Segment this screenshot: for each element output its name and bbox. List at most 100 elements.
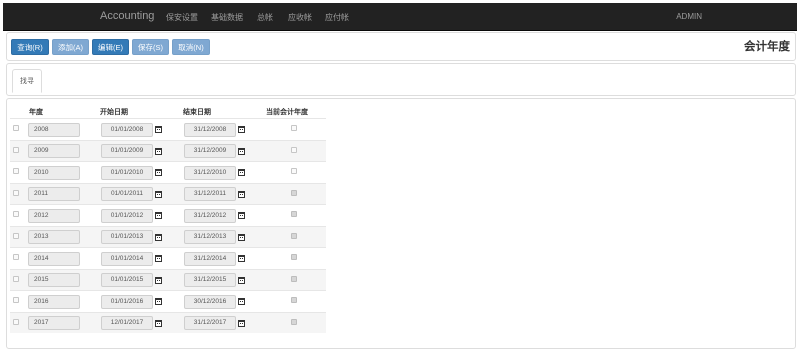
brand-link[interactable]: Accounting	[100, 10, 154, 22]
row-select-checkbox[interactable]	[13, 125, 19, 131]
table-row[interactable]: 2008 01/01/2008 31/12/2008	[10, 118, 326, 140]
current-year-checkbox[interactable]	[291, 232, 297, 239]
year-input[interactable]: 2009	[28, 144, 80, 158]
calendar-icon[interactable]	[155, 169, 162, 176]
add-button[interactable]: 添加(A)	[52, 39, 89, 55]
year-input[interactable]: 2013	[28, 230, 80, 244]
start-date-input[interactable]: 12/01/2017	[101, 316, 153, 330]
end-date-input[interactable]: 30/12/2016	[184, 294, 236, 309]
save-button[interactable]: 保存(S)	[132, 39, 169, 55]
cancel-button[interactable]: 取消(N)	[172, 39, 210, 55]
year-input[interactable]: 2010	[28, 165, 80, 180]
table-row[interactable]: 2012 01/01/2012 31/12/2012	[10, 204, 326, 226]
fiscal-year-grid: 年度 开始日期 结束日期 当前会计年度 2008 01/01/2008 31/12/…	[6, 98, 796, 349]
row-select-checkbox[interactable]	[13, 232, 19, 239]
calendar-icon[interactable]	[238, 212, 245, 219]
row-select-checkbox[interactable]	[13, 297, 19, 303]
toolbar: 查询(R) 添加(A) 编辑(E) 保存(S) 取消(N) 会计年度	[6, 32, 796, 61]
start-date-input[interactable]: 01/01/2008	[101, 122, 153, 137]
start-date-input[interactable]: 01/01/2011	[101, 187, 153, 201]
nav-item-basic-data[interactable]: 基础数据	[211, 12, 243, 23]
start-date-input[interactable]: 01/01/2016	[101, 294, 153, 309]
calendar-icon[interactable]	[238, 319, 245, 327]
nav-item-receivables[interactable]: 应收帐	[288, 12, 312, 23]
calendar-icon[interactable]	[155, 255, 162, 262]
year-input[interactable]: 2008	[28, 122, 80, 137]
table-row[interactable]: 2014 01/01/2014 31/12/2014	[10, 247, 326, 269]
query-button[interactable]: 查询(R)	[11, 39, 49, 55]
table-row[interactable]: 2011 01/01/2011 31/12/2011	[10, 182, 326, 204]
grid-rows: 2008 01/01/2008 31/12/2008 2009 01/01/2009 31…	[10, 118, 326, 333]
current-year-checkbox[interactable]	[291, 146, 297, 153]
tabs-panel: 找寻	[6, 63, 796, 96]
end-date-input[interactable]: 31/12/2008	[184, 122, 236, 137]
start-date-input[interactable]: 01/01/2012	[101, 208, 153, 223]
nav-item-security[interactable]: 保安设置	[166, 12, 198, 23]
user-menu[interactable]: ADMIN	[676, 12, 702, 21]
table-row[interactable]: 2015 01/01/2015 31/12/2015	[10, 268, 326, 290]
calendar-icon[interactable]	[238, 233, 245, 241]
calendar-icon[interactable]	[238, 276, 245, 284]
column-header-year: 年度	[29, 109, 43, 116]
column-header-end-date: 结束日期	[183, 109, 211, 116]
calendar-icon[interactable]	[238, 298, 245, 305]
calendar-icon[interactable]	[238, 190, 245, 198]
calendar-icon[interactable]	[238, 255, 245, 262]
row-select-checkbox[interactable]	[13, 254, 19, 260]
row-select-checkbox[interactable]	[13, 211, 19, 217]
end-date-input[interactable]: 31/12/2010	[184, 165, 236, 180]
calendar-icon[interactable]	[238, 147, 245, 155]
end-date-input[interactable]: 31/12/2012	[184, 208, 236, 223]
calendar-icon[interactable]	[155, 190, 162, 198]
row-select-checkbox[interactable]	[13, 275, 19, 282]
current-year-checkbox[interactable]	[291, 189, 297, 196]
row-select-checkbox[interactable]	[13, 168, 19, 174]
year-input[interactable]: 2015	[28, 273, 80, 287]
tab-search[interactable]: 找寻	[12, 69, 42, 93]
table-row[interactable]: 2010 01/01/2010 31/12/2010	[10, 161, 326, 183]
end-date-input[interactable]: 31/12/2017	[184, 316, 236, 330]
calendar-icon[interactable]	[155, 147, 162, 155]
current-year-checkbox[interactable]	[291, 275, 297, 282]
calendar-icon[interactable]	[238, 169, 245, 176]
start-date-input[interactable]: 01/01/2015	[101, 273, 153, 287]
calendar-icon[interactable]	[155, 212, 162, 219]
end-date-input[interactable]: 31/12/2011	[184, 187, 236, 201]
calendar-icon[interactable]	[238, 126, 245, 133]
current-year-checkbox[interactable]	[291, 168, 297, 174]
current-year-checkbox[interactable]	[291, 211, 297, 217]
nav-item-payables[interactable]: 应付帐	[325, 12, 349, 23]
calendar-icon[interactable]	[155, 319, 162, 327]
table-row[interactable]: 2017 12/01/2017 31/12/2017	[10, 311, 326, 333]
end-date-input[interactable]: 31/12/2013	[184, 230, 236, 244]
end-date-input[interactable]: 31/12/2009	[184, 144, 236, 158]
edit-button[interactable]: 编辑(E)	[92, 39, 129, 55]
start-date-input[interactable]: 01/01/2014	[101, 251, 153, 266]
year-input[interactable]: 2011	[28, 187, 80, 201]
row-select-checkbox[interactable]	[13, 318, 19, 325]
year-input[interactable]: 2017	[28, 316, 80, 330]
start-date-input[interactable]: 01/01/2009	[101, 144, 153, 158]
nav-item-general-ledger[interactable]: 总帐	[257, 12, 273, 23]
calendar-icon[interactable]	[155, 298, 162, 305]
year-input[interactable]: 2014	[28, 251, 80, 266]
row-select-checkbox[interactable]	[13, 146, 19, 153]
table-row[interactable]: 2016 01/01/2016 30/12/2016	[10, 290, 326, 312]
current-year-checkbox[interactable]	[291, 297, 297, 303]
end-date-input[interactable]: 31/12/2015	[184, 273, 236, 287]
current-year-checkbox[interactable]	[291, 318, 297, 325]
year-input[interactable]: 2016	[28, 294, 80, 309]
end-date-input[interactable]: 31/12/2014	[184, 251, 236, 266]
row-select-checkbox[interactable]	[13, 189, 19, 196]
table-row[interactable]: 2009 01/01/2009 31/12/2009	[10, 139, 326, 161]
table-row[interactable]: 2013 01/01/2013 31/12/2013	[10, 225, 326, 247]
calendar-icon[interactable]	[155, 233, 162, 241]
year-input[interactable]: 2012	[28, 208, 80, 223]
start-date-input[interactable]: 01/01/2010	[101, 165, 153, 180]
column-header-start-date: 开始日期	[100, 109, 128, 116]
calendar-icon[interactable]	[155, 126, 162, 133]
current-year-checkbox[interactable]	[291, 254, 297, 260]
calendar-icon[interactable]	[155, 276, 162, 284]
start-date-input[interactable]: 01/01/2013	[101, 230, 153, 244]
current-year-checkbox[interactable]	[291, 125, 297, 131]
